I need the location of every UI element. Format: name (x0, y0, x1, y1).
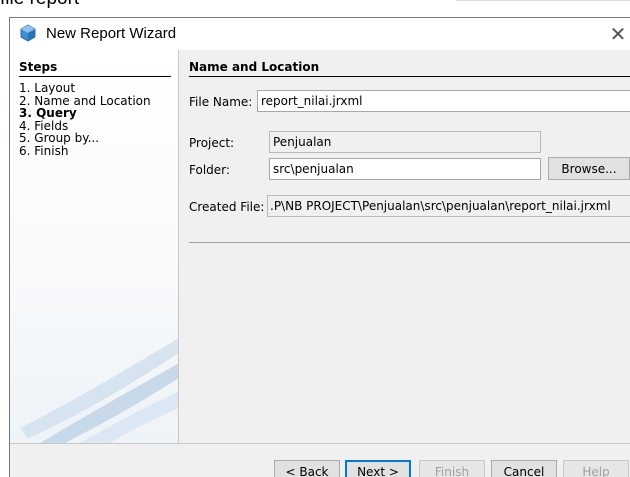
steps-panel: Steps 1. Layout 2. Name and Location 3. … (10, 50, 179, 443)
title-bar[interactable]: New Report Wizard ✕ (10, 18, 630, 50)
steps-heading: Steps (19, 60, 171, 77)
finish-button[interactable]: Finish (419, 460, 485, 477)
window-title: New Report Wizard (46, 25, 177, 42)
next-button[interactable]: Next > (345, 460, 411, 477)
folder-input[interactable] (269, 158, 541, 180)
step-item-group-by: 5. Group by... (19, 131, 100, 145)
background-caption: file report (0, 0, 79, 10)
project-label: Project: (189, 136, 235, 150)
back-button[interactable]: < Back (274, 460, 340, 477)
step-item-query: 3. Query (19, 106, 77, 120)
project-field (269, 131, 541, 153)
folder-label: Folder: (189, 163, 230, 177)
content-divider (189, 242, 630, 243)
browse-button[interactable]: Browse... (548, 157, 630, 180)
created-file-field (267, 195, 630, 217)
step-item-layout: 1. Layout (19, 81, 76, 95)
button-bar: < Back Next > Finish Cancel Help (10, 443, 630, 477)
wizard-decoration-swoosh (20, 338, 178, 443)
cancel-button[interactable]: Cancel (491, 460, 557, 477)
section-heading: Name and Location (189, 60, 630, 77)
file-name-label: File Name: (189, 95, 253, 109)
content-panel: Name and Location File Name: Project: Fo… (180, 50, 630, 443)
created-file-label: Created File: (189, 200, 265, 214)
wizard-window: New Report Wizard ✕ Steps 1. Layout 2. N… (9, 17, 630, 477)
background-divider (456, 0, 630, 1)
close-icon: ✕ (609, 23, 627, 46)
help-button[interactable]: Help (563, 460, 629, 477)
step-item-finish: 6. Finish (19, 143, 69, 158)
file-name-input[interactable] (257, 90, 630, 112)
steps-list: 1. Layout 2. Name and Location 3. Query … (19, 82, 151, 157)
netbeans-cube-icon (19, 24, 37, 42)
close-button[interactable]: ✕ (604, 20, 630, 48)
